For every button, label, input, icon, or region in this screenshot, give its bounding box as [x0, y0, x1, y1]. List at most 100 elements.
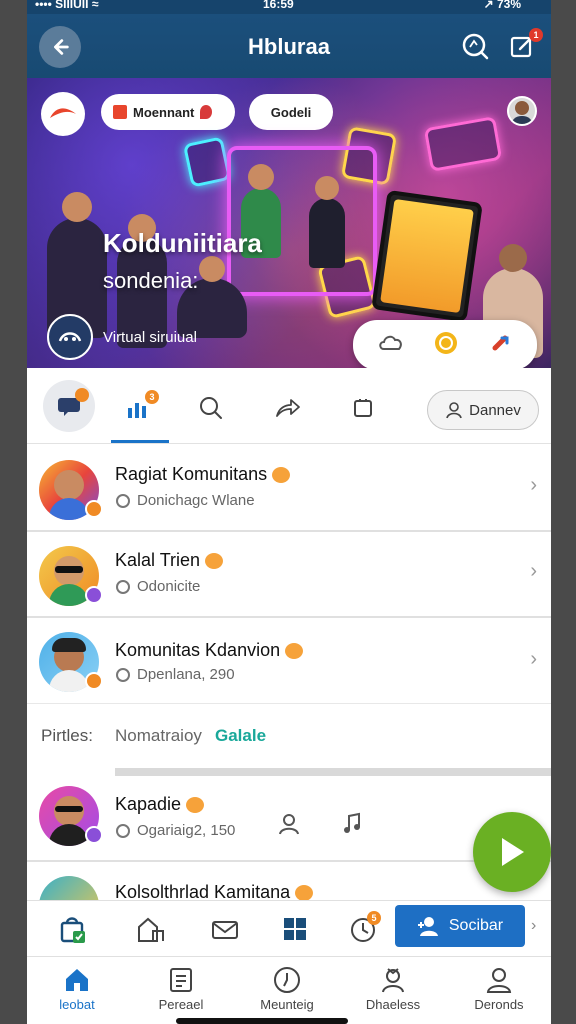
location-icon: [116, 493, 130, 508]
status-badge: [85, 500, 103, 518]
chevron-right-icon: ›: [530, 474, 537, 496]
filter-highlight[interactable]: Galale: [215, 726, 266, 746]
tab-stats[interactable]: 3: [117, 386, 161, 430]
list-item[interactable]: Komunitas Kdanvion Dpenlana, 290 ›: [27, 618, 551, 704]
coin-icon: [435, 331, 457, 354]
nav-item-label: leobat: [59, 997, 95, 1012]
nav-item-label: Pereael: [158, 997, 204, 1012]
home-group-button[interactable]: [131, 909, 171, 949]
nav-item-discover[interactable]: Meunteig: [237, 963, 337, 1012]
wave-logo-icon: [50, 108, 76, 118]
app-header: Hbluraa 1: [27, 14, 551, 78]
chevron-right-icon: ›: [530, 560, 537, 582]
status-badge: [85, 586, 103, 604]
nav-item-community[interactable]: Dhaeless: [343, 963, 443, 1012]
nav-item-home[interactable]: leobat: [27, 963, 127, 1012]
play-button[interactable]: [473, 812, 551, 892]
coin-button[interactable]: [433, 330, 459, 361]
add-user-icon: [279, 814, 299, 835]
primary-action-label: Socibar: [448, 917, 504, 934]
nav-item-profile[interactable]: Deronds: [449, 963, 549, 1012]
nav-item-label: Deronds: [474, 997, 524, 1012]
search-icon: [200, 397, 222, 419]
document-icon: [170, 968, 192, 992]
emoji-icon: [295, 885, 314, 902]
list-item-subtitle: Odonicite: [115, 578, 200, 595]
tab-bookmark[interactable]: [341, 386, 385, 430]
filter-label: Pirtles:: [41, 726, 93, 745]
list-item-subtitle: Donichagc Wlane: [115, 492, 255, 509]
group-icon: [382, 968, 404, 993]
music-note-icon: [344, 812, 360, 833]
location-pin-icon: [200, 105, 213, 119]
banner-avatar[interactable]: [507, 96, 537, 126]
mail-icon: [212, 921, 238, 939]
list-item-subtitle: Dpenlana, 290: [115, 666, 235, 683]
banner-pill-1[interactable]: Moennant: [101, 94, 235, 130]
clock-button[interactable]: 5: [343, 909, 383, 949]
phone-screen: •••• SIIIUII ≈ 16:59 ↗ 73% Hbluraa 1 Moe…: [27, 0, 551, 1024]
status-badge: [85, 826, 103, 844]
home-indicator[interactable]: [176, 1018, 348, 1024]
mail-button[interactable]: [205, 909, 245, 949]
status-badge: [85, 672, 103, 690]
tab-share[interactable]: [265, 386, 309, 430]
user-filter-pill[interactable]: Dannev: [427, 390, 539, 430]
search-icon: [462, 33, 489, 60]
list-item-title: Ragiat Komunitans: [115, 464, 291, 485]
user-icon: [446, 402, 462, 419]
banner-action-bar: [353, 320, 537, 368]
banner-pill-2-label: Godeli: [270, 104, 312, 120]
play-icon: [502, 838, 524, 866]
grid-button[interactable]: [275, 909, 315, 949]
community-logo-icon: [47, 314, 93, 360]
banner-pill-2[interactable]: Godeli: [249, 94, 333, 130]
action-strip: 5 Socibar ›: [27, 900, 551, 956]
emoji-icon: [205, 553, 224, 570]
shopping-bag-icon: [60, 917, 85, 943]
battery-text: ↗ 73%: [483, 0, 521, 11]
banner-subtitle: sondenia:: [103, 268, 199, 293]
brand-logo: [41, 92, 85, 136]
person-figure: [309, 176, 345, 268]
location-icon: [116, 667, 130, 682]
chat-badge: [75, 388, 89, 402]
chevron-right-icon[interactable]: ›: [531, 917, 536, 935]
filter-option[interactable]: Nomatraioy: [115, 726, 202, 746]
music-button[interactable]: [341, 812, 363, 841]
cloud-button[interactable]: [377, 331, 405, 360]
add-user-button[interactable]: [277, 812, 305, 841]
search-button[interactable]: [457, 28, 493, 64]
notification-badge: 1: [529, 28, 543, 42]
location-icon: [116, 579, 130, 594]
chevron-right-icon: ›: [530, 648, 537, 670]
link-button[interactable]: [487, 330, 513, 361]
nav-item-label: Dhaeless: [365, 997, 421, 1012]
nav-item-docs[interactable]: Pereael: [131, 963, 231, 1012]
emoji-icon: [272, 467, 291, 484]
list-item-title: Kapadie: [115, 794, 205, 815]
share-arrow-icon: [276, 399, 300, 417]
neon-card: [423, 116, 503, 172]
bottom-navigation: leobat Pereael Meunteig Dhaeless Deronds: [27, 956, 551, 1024]
user-filter-label: Dannev: [469, 401, 521, 419]
tab-search[interactable]: [189, 386, 233, 430]
carrier-text: •••• SIIIUII ≈: [35, 0, 99, 11]
tab-chat[interactable]: [43, 380, 95, 432]
nav-item-label: Meunteig: [260, 997, 314, 1012]
divider: [115, 768, 551, 776]
neon-card: [182, 136, 232, 188]
list-item-subtitle: Ogariaig2, 150: [115, 822, 235, 839]
active-tab-indicator: [111, 440, 169, 443]
tab-bar: 3 Dannev: [27, 368, 551, 444]
stats-badge: 3: [145, 390, 159, 404]
list-item[interactable]: Ragiat Komunitans Donichagc Wlane ›: [27, 446, 551, 532]
tablet-graphic: [371, 189, 483, 323]
user-icon: [486, 968, 512, 993]
list-item[interactable]: Kalal Trien Odonicite ›: [27, 532, 551, 618]
compose-button[interactable]: 1: [505, 28, 543, 64]
link-icon: [492, 335, 509, 350]
shop-button[interactable]: [53, 909, 93, 949]
primary-action-button[interactable]: Socibar: [395, 905, 525, 947]
buildings-icon: [138, 917, 164, 942]
